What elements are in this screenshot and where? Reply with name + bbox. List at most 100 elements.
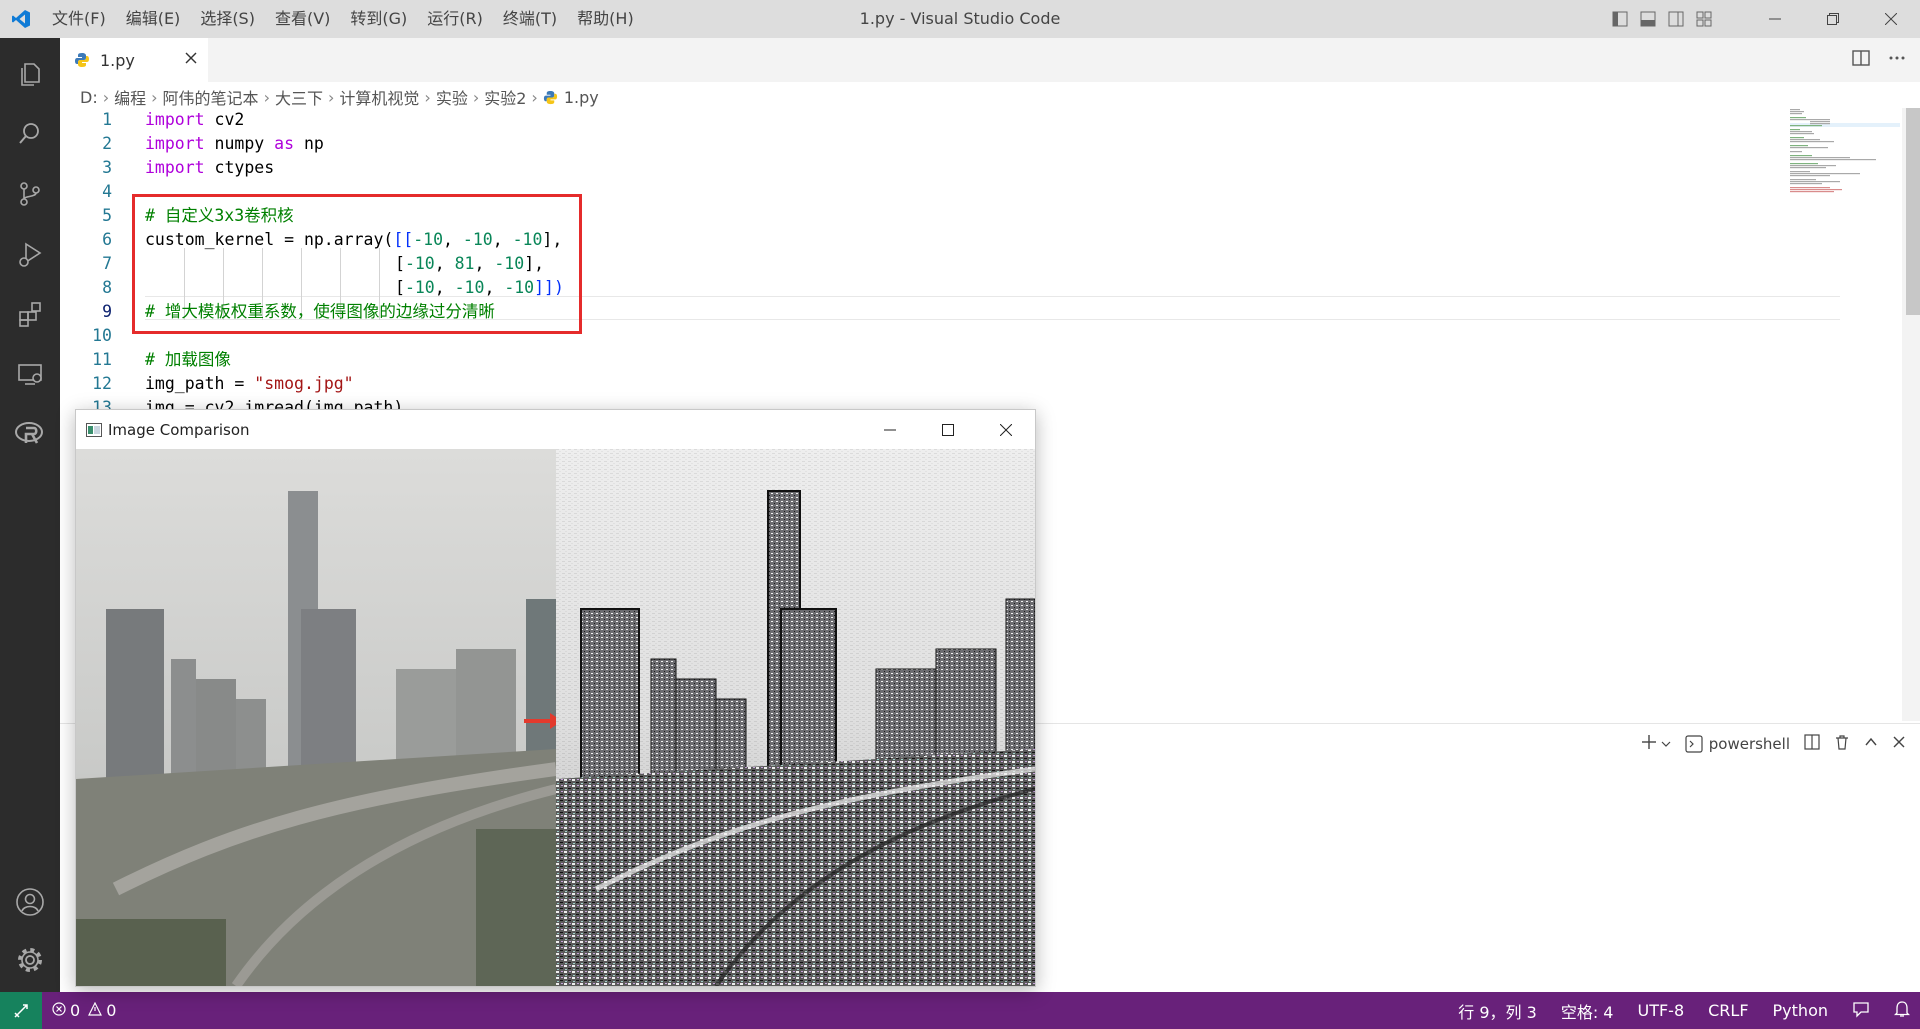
- restore-icon[interactable]: [1804, 0, 1862, 38]
- remote-explorer-icon[interactable]: [0, 346, 60, 402]
- menu-go[interactable]: 转到(G): [340, 0, 417, 38]
- line-number: 1: [102, 110, 112, 129]
- terminal-icon: [1685, 735, 1703, 753]
- code-line: 2 import numpy as np: [60, 132, 324, 156]
- python-file-icon: [543, 90, 558, 105]
- code-line: 8 [-10, -10, -10]]): [60, 276, 564, 300]
- code-line: 3 import ctypes: [60, 156, 274, 180]
- toggle-secondary-sidebar-icon[interactable]: [1662, 0, 1690, 38]
- menu-run[interactable]: 运行(R): [417, 0, 493, 38]
- toggle-panel-icon[interactable]: [1634, 0, 1662, 38]
- error-icon: [52, 1001, 66, 1020]
- line-ending[interactable]: CRLF: [1708, 1001, 1748, 1020]
- r-language-icon[interactable]: [0, 406, 60, 462]
- minimap[interactable]: [1790, 108, 1900, 218]
- line-number: 11: [92, 350, 112, 369]
- scrollbar-thumb[interactable]: [1906, 108, 1920, 315]
- image-display: [76, 449, 1035, 986]
- chevron-down-icon[interactable]: [1661, 735, 1671, 753]
- error-count: 0: [70, 1001, 81, 1020]
- annotation-highlight-box: [132, 194, 582, 334]
- chevron-right-icon: ›: [151, 87, 158, 107]
- indentation[interactable]: 空格: 4: [1561, 999, 1614, 1023]
- run-debug-icon[interactable]: [0, 226, 60, 282]
- code-line: 7 [-10, 81, -10],: [60, 252, 544, 276]
- breadcrumb-item[interactable]: 1.py: [564, 88, 599, 107]
- source-control-icon[interactable]: [0, 166, 60, 222]
- cursor-position[interactable]: 行 9，列 3: [1458, 999, 1537, 1023]
- opencv-window-icon: [86, 422, 102, 437]
- breadcrumb-item[interactable]: 编程: [114, 85, 146, 109]
- problems-indicator[interactable]: 0 0: [52, 1001, 116, 1020]
- split-terminal-icon[interactable]: [1804, 734, 1820, 754]
- menu-bar: 文件(F) 编辑(E) 选择(S) 查看(V) 转到(G) 运行(R) 终端(T…: [42, 0, 644, 38]
- line-number: 12: [92, 374, 112, 393]
- minimize-icon[interactable]: [1746, 0, 1804, 38]
- code-line: 10: [60, 324, 112, 348]
- split-editor-icon[interactable]: [1852, 49, 1870, 71]
- breadcrumb-item[interactable]: 阿伟的笔记本: [163, 85, 259, 109]
- more-actions-icon[interactable]: [1888, 49, 1906, 71]
- vscode-logo-icon: [0, 0, 42, 38]
- menu-file[interactable]: 文件(F): [42, 0, 116, 38]
- trash-icon[interactable]: [1834, 734, 1850, 754]
- image-window-titlebar[interactable]: Image Comparison: [76, 410, 1035, 449]
- feedback-icon[interactable]: [1852, 1000, 1870, 1022]
- menu-help[interactable]: 帮助(H): [567, 0, 644, 38]
- line-number: 6: [102, 230, 112, 249]
- breadcrumb-item[interactable]: 实验2: [484, 85, 526, 109]
- extensions-icon[interactable]: [0, 286, 60, 342]
- notifications-bell-icon[interactable]: [1893, 1000, 1911, 1022]
- menu-view[interactable]: 查看(V): [265, 0, 340, 38]
- python-file-icon: [74, 52, 90, 68]
- line-number: 9: [102, 302, 112, 321]
- line-number: 8: [102, 278, 112, 297]
- chevron-right-icon: ›: [472, 87, 480, 107]
- title-bar: 文件(F) 编辑(E) 选择(S) 查看(V) 转到(G) 运行(R) 终端(T…: [0, 0, 1920, 38]
- tab-1-py[interactable]: 1.py: [60, 38, 208, 82]
- customize-layout-icon[interactable]: [1690, 0, 1718, 38]
- menu-terminal[interactable]: 终端(T): [493, 0, 567, 38]
- close-panel-icon[interactable]: [1892, 735, 1906, 753]
- line-number: 7: [102, 254, 112, 273]
- line-number: 3: [102, 158, 112, 177]
- line-number: 4: [102, 182, 112, 201]
- minimize-icon[interactable]: [861, 410, 919, 449]
- close-window-icon[interactable]: [1862, 0, 1920, 38]
- status-bar: 0 0 行 9，列 3 空格: 4 UTF-8 CRLF Python: [0, 992, 1920, 1029]
- chevron-right-icon: ›: [531, 87, 538, 107]
- breadcrumb-item[interactable]: D:: [80, 88, 98, 107]
- breadcrumb-item[interactable]: 实验: [436, 85, 468, 109]
- maximize-icon[interactable]: [919, 410, 977, 449]
- explorer-icon[interactable]: [0, 46, 60, 102]
- language-mode[interactable]: Python: [1773, 1001, 1828, 1020]
- toggle-primary-sidebar-icon[interactable]: [1606, 0, 1634, 38]
- breadcrumb-item[interactable]: 计算机视觉: [339, 85, 419, 109]
- comparison-image: [76, 449, 1035, 986]
- menu-edit[interactable]: 编辑(E): [116, 0, 191, 38]
- chevron-right-icon: ›: [102, 87, 110, 107]
- new-terminal-icon[interactable]: [1641, 734, 1657, 754]
- breadcrumb-item[interactable]: 大三下: [275, 85, 323, 109]
- close-window-icon[interactable]: [977, 410, 1035, 449]
- maximize-panel-icon[interactable]: [1864, 735, 1878, 753]
- tab-label: 1.py: [100, 50, 135, 70]
- activity-bar: [0, 38, 60, 992]
- settings-gear-icon[interactable]: [0, 932, 60, 988]
- code-line: 11 # 加载图像: [60, 348, 231, 372]
- chevron-right-icon: ›: [424, 87, 431, 107]
- code-line: 9 # 增大模板权重系数，使得图像的边缘过分清晰: [60, 300, 495, 324]
- close-tab-icon[interactable]: [184, 50, 198, 69]
- encoding[interactable]: UTF-8: [1637, 1001, 1684, 1020]
- breadcrumb: D: › 编程 › 阿伟的笔记本 › 大三下 › 计算机视觉 › 实验 › 实验2 › 1.p…: [80, 84, 599, 110]
- chevron-right-icon: ›: [263, 87, 270, 107]
- search-icon[interactable]: [0, 106, 60, 162]
- image-comparison-window[interactable]: Image Comparison: [75, 409, 1036, 987]
- code-line: 4: [60, 180, 112, 204]
- chevron-right-icon: ›: [327, 87, 335, 107]
- menu-selection[interactable]: 选择(S): [190, 0, 265, 38]
- remote-indicator-icon[interactable]: [0, 992, 42, 1029]
- accounts-icon[interactable]: [0, 874, 60, 930]
- terminal-shell-label[interactable]: powershell: [1709, 735, 1790, 753]
- code-line: 12 img_path = "smog.jpg": [60, 372, 354, 396]
